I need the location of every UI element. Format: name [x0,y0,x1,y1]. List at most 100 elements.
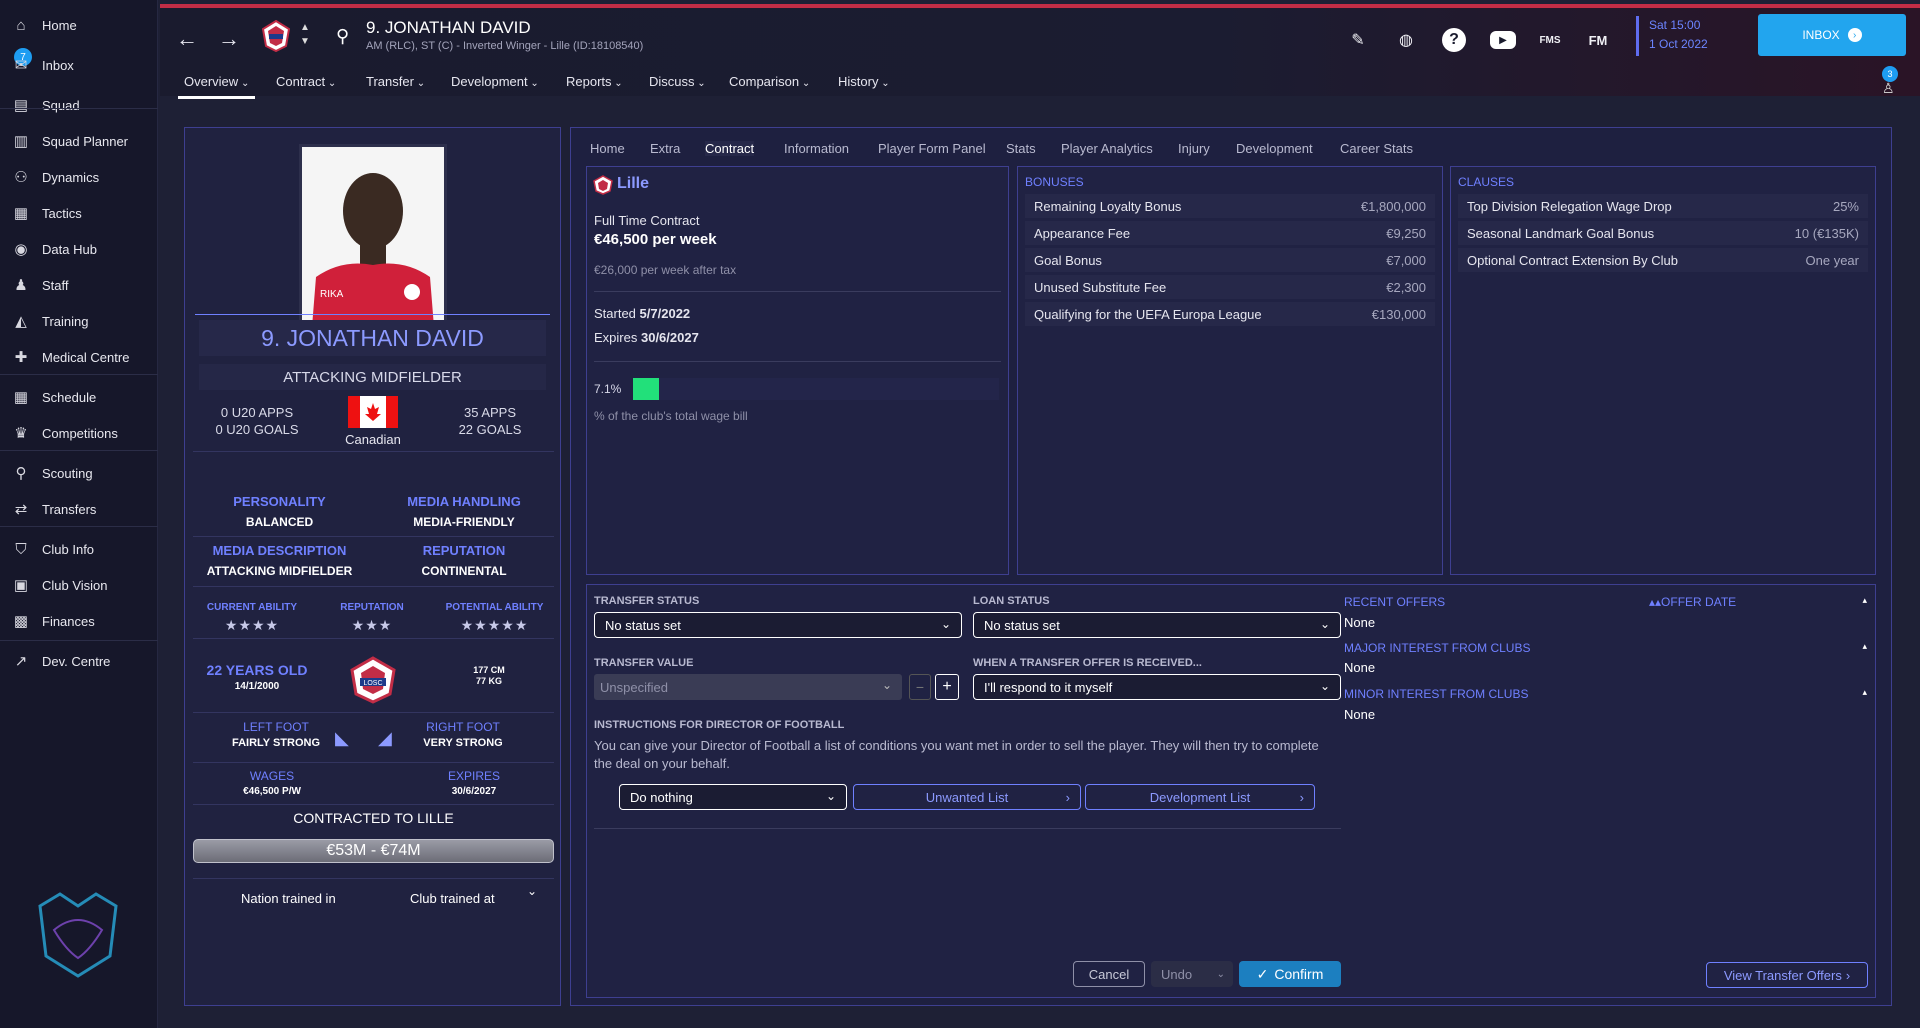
sidebar-item-training[interactable]: ◭ Training [0,306,158,336]
bonus-row: Qualifying for the UEFA Europa League €13… [1025,302,1435,326]
offer-received-label: WHEN A TRANSFER OFFER IS RECEIVED... [973,657,1202,669]
sidebar-item-staff[interactable]: ♟ Staff [0,270,158,300]
dev-centre-icon: ↗ [14,653,28,670]
menu-overview[interactable]: Overview ⌄ [177,74,256,99]
sidebar-item-squad-planner[interactable]: ▥ Squad Planner [0,126,158,156]
chevron-down-icon[interactable]: ▼ [300,36,310,47]
sidebar-item-dynamics[interactable]: ⚇ Dynamics [0,162,158,192]
inbox-button[interactable]: INBOX › [1758,14,1906,56]
increase-value-button[interactable]: + [935,674,959,700]
menu-comparison[interactable]: Comparison ⌄ [729,74,810,89]
tab-extra[interactable]: Extra [650,141,680,156]
transfer-value-input[interactable]: Unspecified ⌄ [594,674,902,700]
sidebar-item-transfers[interactable]: ⇄ Transfers [0,494,158,524]
sidebar-item-inbox[interactable]: ✉ Inbox [0,50,158,80]
chevron-down-icon: ⌄ [799,78,811,89]
menu-transfer[interactable]: Transfer ⌄ [366,74,425,89]
edit-pencil-icon[interactable]: ✎ [1346,28,1370,52]
right-boot-icon: ◢ [378,728,392,748]
collapse-icon[interactable]: ▴ [1862,641,1867,652]
tab-development[interactable]: Development [1236,141,1313,156]
sidebar-item-label: Dev. Centre [42,653,111,669]
confirm-button[interactable]: ✓ Confirm [1239,961,1341,987]
sidebar-item-competitions[interactable]: ♛ Competitions [0,418,158,448]
bonus-row: Unused Substitute Fee €2,300 [1025,275,1435,299]
arrow-right-icon: › [1847,28,1862,42]
sidebar-item-club-vision[interactable]: ▣ Club Vision [0,570,158,600]
left-foot-label: LEFT FOOT [243,720,309,734]
forward-arrow-icon[interactable]: → [218,26,240,52]
menu-reports[interactable]: Reports ⌄ [566,74,623,89]
unwanted-list-button[interactable]: Unwanted List › [853,784,1081,810]
sidebar-item-data-hub[interactable]: ◉ Data Hub [0,234,158,264]
wage-bill-label: % of the club's total wage bill [594,409,748,423]
tab-player-analytics[interactable]: Player Analytics [1061,141,1153,156]
chevron-up-icon[interactable]: ▲ [300,22,310,33]
fm-icon[interactable]: FM [1586,28,1610,52]
sidebar-item-tactics[interactable]: ▦ Tactics [0,198,158,228]
tab-contract[interactable]: Contract [705,141,755,156]
tab-career-stats[interactable]: Career Stats [1340,141,1413,156]
development-list-button[interactable]: Development List › [1085,784,1315,810]
chevron-down-icon: ⌄ [238,78,250,89]
loan-status-dropdown[interactable]: No status set ⌄ [973,612,1341,638]
goals: 22 GOALS [458,422,522,437]
sidebar-item-home[interactable]: ⌂ Home [0,10,158,40]
undo-button[interactable]: Undo ⌄ [1151,961,1233,987]
clause-row: Optional Contract Extension By Club One y… [1458,248,1868,272]
medical-icon: ✚ [14,349,28,366]
dof-action-dropdown[interactable]: Do nothing ⌄ [619,784,847,810]
age: 22 YEARS OLD [206,662,308,678]
menu-development[interactable]: Development ⌄ [451,74,539,89]
transfer-status-dropdown[interactable]: No status set ⌄ [594,612,962,638]
sidebar-item-club-info[interactable]: ⛉ Club Info [0,534,158,564]
view-transfer-offers-button[interactable]: View Transfer Offers › [1706,962,1868,988]
manager-logo [30,886,126,982]
back-arrow-icon[interactable]: ← [176,26,198,52]
tab-injury[interactable]: Injury [1178,141,1210,156]
user-icon[interactable]: ♙ [1882,80,1895,97]
offer-date-sort[interactable]: ▴▴OFFER DATE [1649,595,1736,609]
sidebar-item-squad[interactable]: ▤ Squad [0,90,158,120]
offer-received-dropdown[interactable]: I'll respond to it myself ⌄ [973,674,1341,700]
tab-player-form-panel[interactable]: Player Form Panel [878,141,986,156]
media-description-value: ATTACKING MIDFIELDER [206,564,353,578]
sidebar-item-finances[interactable]: ▩ Finances [0,606,158,636]
reputation-label: REPUTATION [422,543,506,558]
collapse-icon[interactable]: ▴ [1862,595,1867,606]
youtube-icon[interactable]: ▶ [1490,31,1516,49]
sidebar-item-scouting[interactable]: ⚲ Scouting [0,458,158,488]
chevron-down-icon: ⌄ [413,78,426,89]
menu-contract[interactable]: Contract ⌄ [276,74,336,89]
sidebar-item-label: Competitions [42,425,118,441]
data-hub-icon: ◉ [14,241,28,258]
tab-information[interactable]: Information [784,141,849,156]
schedule-icon: ▦ [13,389,29,406]
search-icon[interactable]: ⚲ [336,26,349,47]
chevron-down-icon: ⌄ [1319,679,1330,693]
tactics-icon: ▦ [13,205,29,222]
fms-icon[interactable]: FMS [1538,28,1562,52]
help-icon[interactable]: ? [1442,28,1466,52]
decrease-value-button[interactable]: − [909,674,931,700]
tab-home[interactable]: Home [590,141,625,156]
sidebar-item-label: Club Vision [42,577,108,593]
sidebar-item-label: Squad [42,97,80,113]
minor-interest-header: MINOR INTEREST FROM CLUBS ▴ [1344,687,1867,701]
tab-stats[interactable]: Stats [1006,141,1036,156]
contract-wage: €46,500 per week [594,231,717,248]
expand-chevron-icon[interactable]: ⌄ [527,884,537,898]
cancel-button[interactable]: Cancel [1073,961,1145,987]
club-badge-icon[interactable] [261,19,291,53]
sidebar-item-schedule[interactable]: ▦ Schedule [0,382,158,412]
globe-icon[interactable]: ◍ [1394,28,1418,52]
collapse-icon[interactable]: ▴ [1862,687,1867,698]
sidebar-item-dev-centre[interactable]: ↗ Dev. Centre [0,646,158,676]
chevron-down-icon: ⌄ [694,78,706,89]
menu-history[interactable]: History ⌄ [838,74,890,89]
clause-row: Seasonal Landmark Goal Bonus 10 (€135K) [1458,221,1868,245]
expires-label: EXPIRES [447,769,501,783]
sidebar-item-medical-centre[interactable]: ✚ Medical Centre [0,342,158,372]
wages-label: WAGES [249,769,295,783]
menu-discuss[interactable]: Discuss ⌄ [649,74,706,89]
